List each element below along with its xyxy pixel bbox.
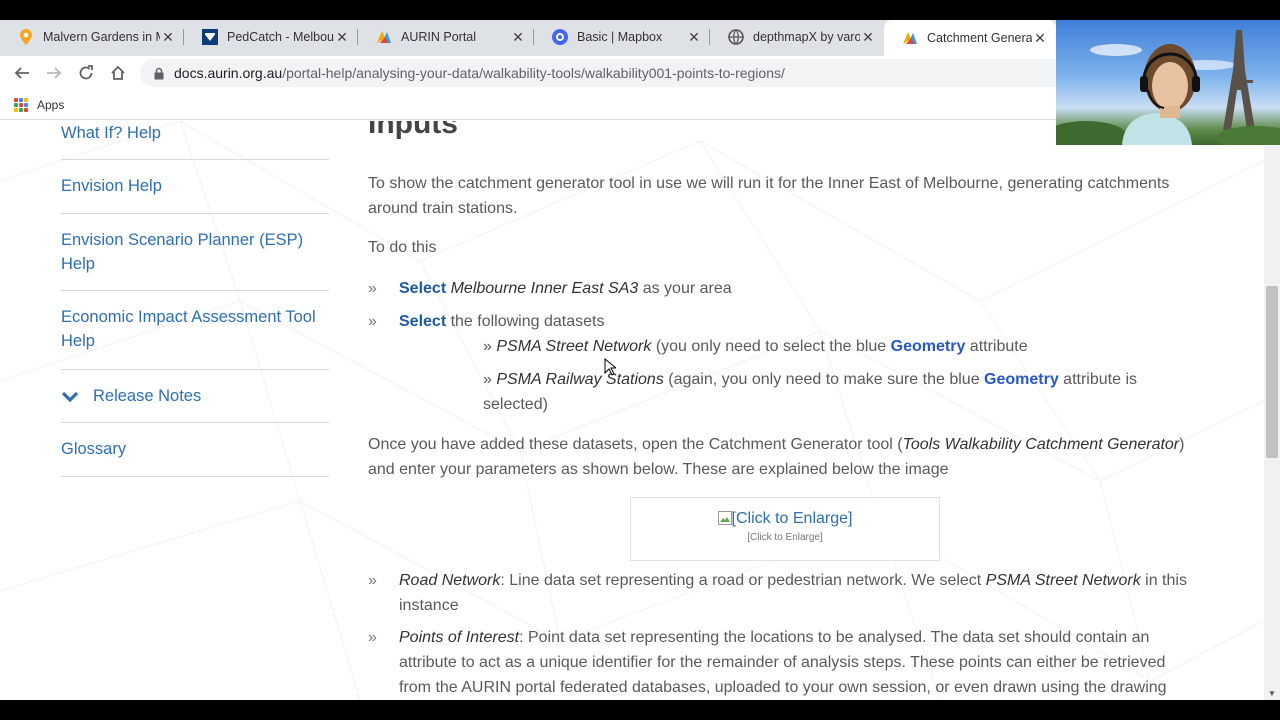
webcam-person-image [1056, 30, 1280, 145]
university-icon [202, 29, 218, 45]
sidebar-item-label: Envision Help [61, 177, 162, 195]
parameter-text: : Line data set representing a road or p… [500, 572, 986, 589]
sidebar-item-envision-esp-help[interactable]: Envision Scenario Planner (ESP) Help [61, 214, 329, 291]
bullet-mark: » [368, 629, 377, 646]
close-icon[interactable]: ✕ [686, 29, 702, 46]
reload-icon [79, 65, 93, 80]
bullet-mark: » [368, 313, 377, 330]
tab-title: Catchment Generator [927, 31, 1032, 45]
browser-window: Malvern Gardens in M ✕ PedCatch - Melbou… [0, 0, 1280, 720]
parameter-example: PSMA Street Network [985, 572, 1141, 589]
todo-paragraph: To do this [368, 239, 437, 256]
tab-pedcatch[interactable]: PedCatch - Melbourn ✕ [184, 22, 358, 52]
close-icon[interactable]: ✕ [334, 29, 350, 46]
enlarge-image-box[interactable]: [Click to Enlarge] [Click to Enlarge] [630, 497, 940, 561]
sidebar-item-label: Economic Impact Assessment Tool Help [61, 308, 316, 350]
enlarge-link-text: [Click to Enlarge] [731, 510, 853, 527]
dataset-text: attribute [965, 338, 1028, 355]
home-button[interactable] [106, 61, 130, 85]
broken-image-icon [717, 511, 732, 525]
map-pin-icon [18, 29, 34, 45]
list-item: » PSMA Street Network (you only need to … [483, 334, 1183, 359]
aurin-icon [376, 29, 392, 45]
reload-button[interactable] [74, 61, 98, 85]
tab-depthmapx[interactable]: depthmapX by varoud ✕ [710, 22, 884, 52]
sub-bullet-mark: » [483, 371, 492, 388]
scrollbar-thumb[interactable] [1266, 286, 1278, 458]
sidebar-item-label: Release Notes [93, 387, 202, 405]
sidebar-item-envision-help[interactable]: Envision Help [61, 160, 329, 214]
arrow-right-icon [47, 67, 62, 79]
step-text: as your area [638, 280, 732, 297]
tab-aurin-portal[interactable]: AURIN Portal ✕ [358, 22, 534, 52]
arrow-left-icon [14, 67, 29, 79]
forward-button[interactable] [42, 61, 66, 85]
image-caption: [Click to Enlarge] [747, 532, 823, 543]
tool-paragraph: Once you have added these datasets, open… [368, 432, 1203, 482]
bullet-mark: » [368, 572, 377, 589]
home-icon [111, 65, 125, 80]
page-viewport: What If? Help Envision Help Envision Sce… [0, 121, 1264, 700]
apps-icon[interactable] [14, 97, 28, 112]
close-icon[interactable]: ✕ [1032, 30, 1048, 47]
parameter-term: Points of Interest [399, 629, 520, 646]
address-host: docs.aurin.org.au [174, 65, 283, 81]
dataset-text: (you only need to select the blue [651, 338, 891, 355]
section-heading: Inputs [368, 121, 458, 140]
sidebar-item-label: What If? Help [61, 124, 161, 142]
parameter-term: Road Network [399, 572, 501, 589]
bullet-mark: » [368, 280, 377, 297]
paragraph-text: Once you have added these datasets, open… [368, 436, 903, 453]
tab-title: Basic | Mapbox [577, 30, 663, 44]
sidebar-item-what-if-help[interactable]: What If? Help [61, 121, 329, 160]
apps-bookmark[interactable]: Apps [37, 98, 64, 112]
lock-icon [154, 67, 164, 79]
aurin-icon [902, 30, 918, 46]
sidebar-item-label: Glossary [61, 440, 127, 458]
sidebar-item-release-notes[interactable]: Release Notes [61, 370, 329, 423]
tab-title: Malvern Gardens in M [43, 30, 160, 44]
chevron-down-icon [61, 391, 79, 403]
back-button[interactable] [10, 61, 34, 85]
address-path: /portal-help/analysing-your-data/walkabi… [282, 65, 785, 81]
screen-top-bar [0, 0, 1280, 20]
scroll-down-icon[interactable]: ▼ [1268, 689, 1276, 698]
docs-sidebar: What If? Help Envision Help Envision Sce… [61, 121, 329, 477]
dataset-name: PSMA Railway Stations [496, 371, 664, 388]
sidebar-item-label: Envision Scenario Planner (ESP) Help [61, 231, 304, 273]
close-icon[interactable]: ✕ [160, 29, 176, 46]
tab-malvern-gardens[interactable]: Malvern Gardens in M ✕ [0, 22, 184, 52]
screen-bottom-bar [0, 700, 1280, 720]
close-icon[interactable]: ✕ [510, 29, 526, 46]
step-text: the following datasets [446, 313, 605, 330]
dataset-name: PSMA Street Network [496, 338, 652, 355]
tool-path: Tools Walkability Catchment Generator [902, 436, 1180, 453]
page-scrollbar[interactable]: ▲ ▼ [1264, 121, 1280, 700]
mouse-cursor-icon [604, 358, 616, 376]
sidebar-item-glossary[interactable]: Glossary [61, 423, 329, 477]
mapbox-icon [552, 29, 568, 45]
address-bar[interactable]: docs.aurin.org.au/portal-help/analysing-… [140, 59, 1140, 87]
intro-paragraph: To show the catchment generator tool in … [368, 175, 1170, 217]
area-name: Melbourne Inner East SA3 [450, 280, 639, 297]
tab-catchment-generator[interactable]: Catchment Generator ✕ [884, 20, 1056, 56]
sidebar-item-economic-impact-help[interactable]: Economic Impact Assessment Tool Help [61, 291, 329, 370]
select-keyword: Select [399, 313, 447, 330]
close-icon[interactable]: ✕ [860, 29, 876, 46]
tab-title: PedCatch - Melbourn [227, 30, 334, 44]
select-keyword: Select [399, 280, 447, 297]
webcam-overlay [1056, 20, 1280, 145]
globe-icon [728, 29, 744, 45]
tab-title: depthmapX by varoud [753, 30, 860, 44]
list-item: » PSMA Railway Stations (again, you only… [483, 367, 1183, 417]
tab-mapbox[interactable]: Basic | Mapbox ✕ [534, 22, 710, 52]
geometry-keyword: Geometry [890, 338, 966, 355]
sub-bullet-mark: » [483, 338, 492, 355]
geometry-keyword: Geometry [984, 371, 1059, 388]
dataset-text: (again, you only need to make sure the b… [663, 371, 985, 388]
enlarge-image-link[interactable]: [Click to Enlarge] [631, 506, 939, 531]
tab-title: AURIN Portal [401, 30, 477, 44]
